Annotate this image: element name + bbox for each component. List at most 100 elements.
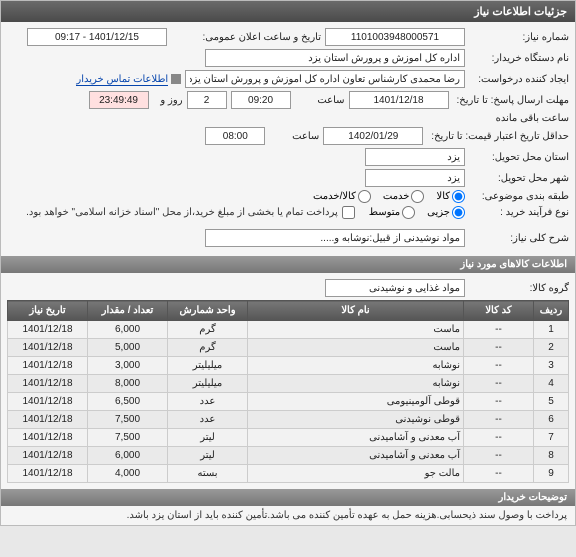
buy-small-label: جزیی: [427, 207, 450, 218]
col-name: نام کالا: [248, 301, 464, 321]
group-label: گروه کالا:: [469, 283, 569, 294]
cell-code: --: [464, 375, 534, 393]
cell-r: 4: [534, 375, 569, 393]
col-qty: تعداد / مقدار: [88, 301, 168, 321]
cell-qty: 8,000: [88, 375, 168, 393]
cell-name: نوشابه: [248, 375, 464, 393]
need-no-input[interactable]: [325, 28, 465, 46]
col-code: کد کالا: [464, 301, 534, 321]
desc-label: شرح کلی نیاز:: [469, 233, 569, 244]
cell-r: 1: [534, 321, 569, 339]
pay-note: پرداخت تمام یا بخشی از مبلغ خرید،از محل …: [26, 207, 338, 218]
desc-input[interactable]: [205, 229, 465, 247]
table-row[interactable]: 8--آب معدنی و آشامیدنیلیتر6,0001401/12/1…: [8, 447, 569, 465]
cell-unit: بسته: [168, 465, 248, 483]
cell-qty: 4,000: [88, 465, 168, 483]
cell-unit: گرم: [168, 339, 248, 357]
table-row[interactable]: 4--نوشابهمیلیلیتر8,0001401/12/18: [8, 375, 569, 393]
cell-qty: 7,500: [88, 429, 168, 447]
days-remain-input[interactable]: [187, 91, 227, 109]
class-both-radio[interactable]: [358, 190, 371, 203]
cell-r: 7: [534, 429, 569, 447]
table-row[interactable]: 3--نوشابهمیلیلیتر3,0001401/12/18: [8, 357, 569, 375]
cell-date: 1401/12/18: [8, 393, 88, 411]
cell-unit: لیتر: [168, 429, 248, 447]
contact-buyer-link[interactable]: اطلاعات تماس خریدار: [76, 74, 181, 85]
cell-name: آب معدنی و آشامیدنی: [248, 429, 464, 447]
cell-name: نوشابه: [248, 357, 464, 375]
time-remain-input[interactable]: [89, 91, 149, 109]
contact-label: اطلاعات تماس خریدار: [76, 74, 168, 86]
class-service-radio[interactable]: [411, 190, 424, 203]
creator-input[interactable]: [185, 70, 465, 88]
buyer-org-label: نام دستگاه خریدار:: [469, 53, 569, 64]
cell-r: 3: [534, 357, 569, 375]
notes-section-header: توضیحات خریدار: [1, 489, 575, 506]
time-remain-label: ساعت باقی مانده: [489, 113, 569, 124]
cell-code: --: [464, 393, 534, 411]
city-label: شهر محل تحویل:: [469, 173, 569, 184]
buy-med-label: متوسط: [369, 207, 400, 218]
cell-name: ماست: [248, 321, 464, 339]
cell-date: 1401/12/18: [8, 375, 88, 393]
cell-code: --: [464, 357, 534, 375]
cell-date: 1401/12/18: [8, 447, 88, 465]
class-label: طبقه بندی موضوعی:: [469, 191, 569, 202]
col-date: تاریخ نیاز: [8, 301, 88, 321]
city-input[interactable]: [365, 169, 465, 187]
panel-title: جزئیات اطلاعات نیاز: [1, 1, 575, 22]
class-radio-group: کالا خدمت کالا/خدمت: [303, 190, 465, 203]
buyer-notes: پرداخت با وصول سند ذیحسابی.هزینه حمل به …: [1, 506, 575, 525]
cell-code: --: [464, 429, 534, 447]
cell-unit: عدد: [168, 393, 248, 411]
buy-med-radio[interactable]: [402, 206, 415, 219]
table-row[interactable]: 5--قوطی آلومینیومیعدد6,5001401/12/18: [8, 393, 569, 411]
province-label: استان محل تحویل:: [469, 152, 569, 163]
province-input[interactable]: [365, 148, 465, 166]
cell-name: قوطی آلومینیومی: [248, 393, 464, 411]
table-row[interactable]: 9--مالت جوبسته4,0001401/12/18: [8, 465, 569, 483]
creator-label: ایجاد کننده درخواست:: [469, 74, 569, 85]
cell-unit: لیتر: [168, 447, 248, 465]
valid-time-input[interactable]: [205, 127, 265, 145]
cell-r: 8: [534, 447, 569, 465]
cell-date: 1401/12/18: [8, 321, 88, 339]
cell-date: 1401/12/18: [8, 465, 88, 483]
buy-small-radio[interactable]: [452, 206, 465, 219]
cell-code: --: [464, 339, 534, 357]
class-both-label: کالا/خدمت: [313, 191, 356, 202]
deadline-date-input[interactable]: [349, 91, 449, 109]
cell-qty: 5,000: [88, 339, 168, 357]
col-row: ردیف: [534, 301, 569, 321]
cell-name: مالت جو: [248, 465, 464, 483]
cell-date: 1401/12/18: [8, 411, 88, 429]
need-details-panel: جزئیات اطلاعات نیاز شماره نیاز: تاریخ و …: [0, 0, 576, 526]
cell-qty: 3,000: [88, 357, 168, 375]
form-body: شماره نیاز: تاریخ و ساعت اعلان عمومی: نا…: [1, 22, 575, 256]
class-goods-radio[interactable]: [452, 190, 465, 203]
cell-r: 5: [534, 393, 569, 411]
col-unit: واحد شمارش: [168, 301, 248, 321]
table-header-row: ردیف کد کالا نام کالا واحد شمارش تعداد /…: [8, 301, 569, 321]
deadline-time-input[interactable]: [231, 91, 291, 109]
cell-r: 6: [534, 411, 569, 429]
table-row[interactable]: 6--قوطی نوشیدنیعدد7,5001401/12/18: [8, 411, 569, 429]
table-row[interactable]: 7--آب معدنی و آشامیدنیلیتر7,5001401/12/1…: [8, 429, 569, 447]
group-input[interactable]: [325, 279, 465, 297]
buy-type-label: نوع فرآیند خرید :: [469, 207, 569, 218]
deadline-time-label: ساعت: [295, 95, 345, 106]
cell-name: ماست: [248, 339, 464, 357]
cell-date: 1401/12/18: [8, 429, 88, 447]
table-row[interactable]: 1--ماستگرم6,0001401/12/18: [8, 321, 569, 339]
class-service-label: خدمت: [383, 191, 410, 202]
class-goods-label: کالا: [436, 191, 450, 202]
cell-unit: میلیلیتر: [168, 357, 248, 375]
treasury-checkbox[interactable]: [342, 206, 355, 219]
valid-date-input[interactable]: [323, 127, 423, 145]
valid-label: حداقل تاریخ اعتبار قیمت: تا تاریخ:: [427, 131, 569, 142]
buy-type-radio-group: جزیی متوسط: [359, 206, 465, 219]
table-row[interactable]: 2--ماستگرم5,0001401/12/18: [8, 339, 569, 357]
cell-code: --: [464, 411, 534, 429]
buyer-org-input[interactable]: [205, 49, 465, 67]
ann-date-input[interactable]: [27, 28, 167, 46]
